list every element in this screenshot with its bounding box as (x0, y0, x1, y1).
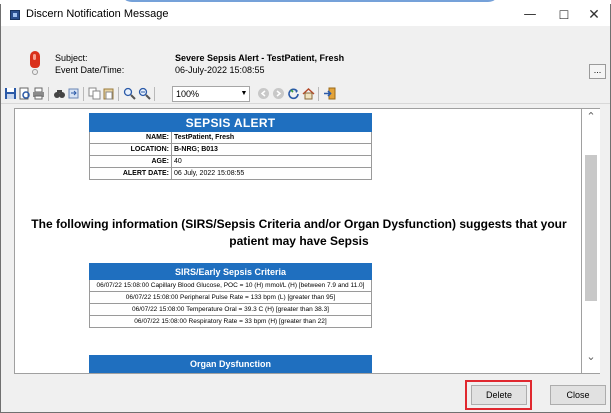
scroll-down-icon[interactable]: ⌄ (582, 349, 600, 365)
toolbar-separator (118, 87, 119, 101)
event-datetime-value: 06-July-2022 15:08:55 (175, 65, 265, 75)
vertical-scrollbar[interactable]: ⌃ ⌄ (582, 108, 600, 374)
zoom-out-icon[interactable] (138, 87, 151, 100)
sirs-criteria-title: SIRS/Early Sepsis Criteria (89, 263, 372, 280)
sepsis-alert-table: SEPSIS ALERT NAME: TestPatient, Fresh LO… (89, 113, 372, 180)
subject-value: Severe Sepsis Alert - TestPatient, Fresh (175, 53, 345, 63)
toolbar-separator (83, 87, 84, 101)
zoom-select[interactable]: 100% ▼ (172, 86, 250, 102)
forward-icon[interactable] (272, 87, 285, 100)
scrollbar-thumb[interactable] (585, 155, 597, 301)
name-value: TestPatient, Fresh (171, 131, 372, 144)
find-next-icon[interactable] (67, 87, 80, 100)
message-content[interactable]: SEPSIS ALERT NAME: TestPatient, Fresh LO… (14, 108, 582, 374)
refresh-icon[interactable] (287, 87, 300, 100)
sepsis-alert-title: SEPSIS ALERT (89, 113, 372, 132)
sepsis-message: The following information (SIRS/Sepsis C… (15, 216, 581, 250)
criteria-row: 06/07/22 15:08:00 Capillary Blood Glucos… (89, 279, 372, 292)
table-row: 06/07/22 15:08:00 Temperature Oral = 39.… (89, 303, 372, 316)
back-icon[interactable] (257, 87, 270, 100)
dialog-footer: Delete Close (1, 374, 610, 412)
table-row: ALERT DATE: 06 July, 2022 15:08:55 (89, 167, 372, 180)
exit-icon[interactable] (323, 87, 336, 100)
age-label: AGE: (89, 155, 172, 168)
location-label: LOCATION: (89, 143, 172, 156)
toolbar-separator (318, 87, 319, 101)
subject-label: Subject: (55, 53, 88, 63)
location-value: B-NRG; B013 (171, 143, 372, 156)
table-row: AGE: 40 (89, 155, 372, 168)
criteria-row: 06/07/22 15:08:00 Respiratory Rate = 33 … (89, 315, 372, 328)
window-title: Discern Notification Message (26, 8, 169, 20)
alert-date-value: 06 July, 2022 15:08:55 (171, 167, 372, 180)
event-datetime-label: Event Date/Time: (55, 65, 125, 75)
print-icon[interactable] (32, 87, 45, 100)
criteria-row: 06/07/22 15:08:00 Peripheral Pulse Rate … (89, 291, 372, 304)
delete-button[interactable]: Delete (471, 385, 527, 405)
alert-date-label: ALERT DATE: (89, 167, 172, 180)
sirs-criteria-table: SIRS/Early Sepsis Criteria 06/07/22 15:0… (89, 263, 372, 328)
notification-window: Discern Notification Message — ☐ ✕ Subje… (0, 4, 611, 413)
message-header: Subject: Severe Sepsis Alert - TestPatie… (1, 26, 610, 84)
close-button[interactable]: Close (550, 385, 606, 405)
home-icon[interactable] (302, 87, 315, 100)
title-bar: Discern Notification Message — ☐ ✕ (1, 4, 610, 26)
toolbar: 100% ▼ (1, 84, 610, 104)
name-label: NAME: (89, 131, 172, 144)
save-icon[interactable] (4, 87, 17, 100)
copy-icon[interactable] (88, 87, 101, 100)
table-row: LOCATION: B-NRG; B013 (89, 143, 372, 156)
minimize-button[interactable]: — (513, 4, 547, 26)
sepsis-message-line2: patient may have Sepsis (229, 234, 369, 248)
table-row: NAME: TestPatient, Fresh (89, 131, 372, 144)
organ-dysfunction-header: Organ Dysfunction (89, 355, 372, 373)
table-row: 06/07/22 15:08:00 Respiratory Rate = 33 … (89, 315, 372, 328)
find-icon[interactable] (53, 87, 66, 100)
table-row: 06/07/22 15:08:00 Capillary Blood Glucos… (89, 279, 372, 292)
scroll-up-icon[interactable]: ⌃ (582, 109, 600, 125)
chevron-down-icon[interactable]: ▼ (239, 87, 249, 101)
age-value: 40 (171, 155, 372, 168)
print-preview-icon[interactable] (18, 87, 31, 100)
paste-icon[interactable] (102, 87, 115, 100)
criteria-row: 06/07/22 15:08:00 Temperature Oral = 39.… (89, 303, 372, 316)
zoom-in-icon[interactable] (123, 87, 136, 100)
toolbar-separator (154, 87, 155, 101)
table-row: 06/07/22 15:08:00 Peripheral Pulse Rate … (89, 291, 372, 304)
maximize-button[interactable]: ☐ (547, 4, 581, 26)
background-decoration (120, 0, 500, 2)
sepsis-message-line1: The following information (SIRS/Sepsis C… (31, 217, 567, 231)
toolbar-separator (48, 87, 49, 101)
close-window-button[interactable]: ✕ (577, 4, 611, 26)
app-icon (10, 10, 20, 20)
more-options-button[interactable]: ... (589, 64, 606, 79)
alert-bulb-icon (29, 51, 41, 77)
zoom-value: 100% (176, 89, 200, 99)
